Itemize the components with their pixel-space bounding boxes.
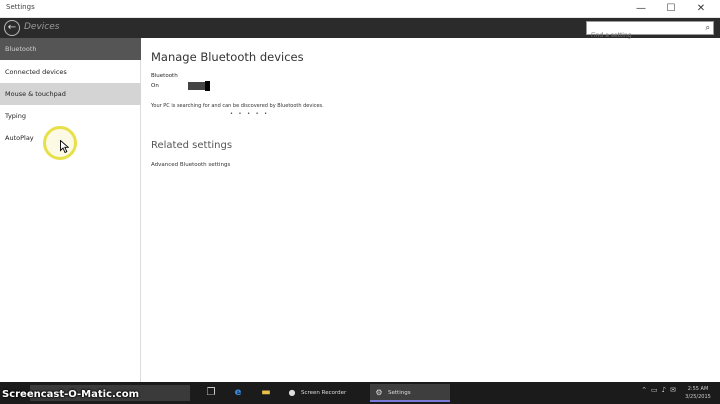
maximize-button[interactable]: ☐ [658, 0, 684, 18]
toggle-knob[interactable] [205, 81, 210, 91]
searching-status: Your PC is searching for and can be disc… [151, 103, 324, 109]
window-title: Settings [6, 3, 35, 11]
mouse-pointer-icon [60, 140, 69, 153]
folder-icon[interactable]: ▬ [258, 385, 274, 401]
sidebar-item-mouse-touchpad[interactable]: Mouse & touchpad [0, 83, 141, 105]
clock-date: 3/25/2015 [685, 394, 711, 400]
bluetooth-label: Bluetooth [151, 73, 178, 79]
system-tray-icons[interactable]: ⌃▭♪✉ [641, 386, 680, 394]
system-clock[interactable]: 2:55 AM 3/25/2015 [682, 385, 714, 401]
sidebar-item-connected-devices[interactable]: Connected devices [0, 61, 141, 83]
browser-icon[interactable]: e [230, 385, 246, 401]
sidebar-item-bluetooth[interactable]: Bluetooth [0, 38, 141, 60]
gear-icon: ⚙ [375, 388, 383, 397]
sidebar-item-typing[interactable]: Typing [0, 105, 141, 127]
task-view-icon[interactable]: ❐ [203, 385, 219, 401]
taskbar-app-settings[interactable]: ⚙ Settings [370, 384, 450, 402]
clock-time: 2:55 AM [687, 386, 709, 392]
progress-dots: • • • • • [230, 111, 270, 117]
taskbar-app-screen-recorder[interactable]: ● Screen Recorder [283, 384, 363, 402]
record-icon: ● [288, 388, 296, 397]
minimize-button[interactable]: — [628, 0, 654, 18]
taskbar-app-label: Screen Recorder [301, 390, 347, 396]
settings-screen: Settings — ☐ ✕ ← Devices ⌕ Bluetooth Con… [0, 0, 720, 404]
page-header-title: Devices [24, 22, 60, 32]
bluetooth-toggle[interactable] [188, 81, 210, 91]
advanced-bluetooth-link[interactable]: Advanced Bluetooth settings [151, 162, 230, 168]
close-button[interactable]: ✕ [688, 0, 714, 18]
title-bar: Settings — ☐ ✕ [0, 0, 720, 18]
main-content: Manage Bluetooth devices Bluetooth On Yo… [150, 38, 710, 382]
back-arrow-icon[interactable]: ← [4, 20, 20, 36]
search-icon[interactable]: ⌕ [706, 23, 710, 33]
watermark-text: Screencast-O-Matic.com [2, 389, 139, 400]
sidebar: Bluetooth Connected devices Mouse & touc… [0, 38, 141, 382]
bluetooth-state: On [151, 83, 159, 89]
page-title: Manage Bluetooth devices [151, 50, 304, 64]
taskbar-app-label: Settings [388, 390, 411, 396]
related-settings-title: Related settings [151, 140, 233, 151]
search-box[interactable]: ⌕ [586, 21, 714, 42]
